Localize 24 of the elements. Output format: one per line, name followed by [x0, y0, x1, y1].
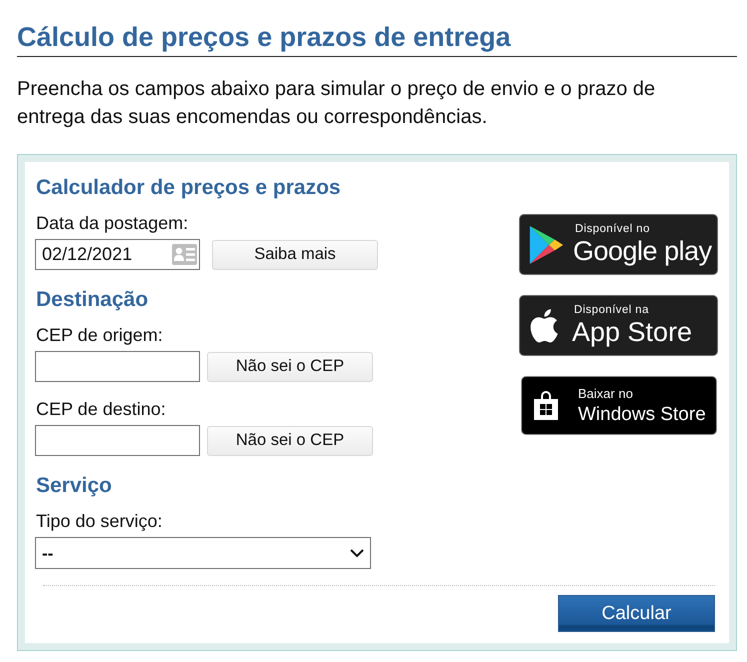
cep-field[interactable] [35, 425, 200, 456]
date-field[interactable]: 02/12/2021 [35, 239, 200, 270]
google-play-badge[interactable]: Disponível no Google play [519, 214, 718, 275]
calculate-button[interactable]: Calcular [558, 595, 715, 632]
cep-lookup-button[interactable]: Não sei o CEP [207, 352, 373, 382]
field-label: Data da postagem: [36, 213, 190, 234]
cep-field[interactable] [35, 351, 200, 382]
section-heading: Destinação [36, 288, 148, 312]
play-triangle-icon [529, 226, 564, 264]
intro-text: Preencha os campos abaixo para simular o preço de envio e o prazo de entrega das suas encomendas ou correspondências. [17, 77, 656, 130]
shopping-bag-icon [533, 391, 559, 420]
cep-lookup-button[interactable]: Não sei o CEP [207, 426, 373, 456]
app-store-badge[interactable]: Disponível na App Store [519, 295, 718, 356]
section-heading: Serviço [36, 474, 112, 498]
service-select[interactable]: -- [35, 537, 371, 569]
apple-icon [529, 308, 558, 342]
windows-store-badge[interactable]: Baixar no Windows Store [521, 376, 717, 435]
field-label: CEP de origem: [36, 325, 164, 346]
chevron-down-icon [350, 549, 364, 558]
learn-more-button[interactable]: Saiba mais [212, 240, 378, 270]
field-label: CEP de destino: [36, 399, 167, 420]
field-label: Tipo do serviço: [36, 511, 164, 532]
section-heading: Calculador de preços e prazos [36, 176, 341, 200]
page-title: Cálculo de preços e prazos de entrega [17, 21, 511, 53]
